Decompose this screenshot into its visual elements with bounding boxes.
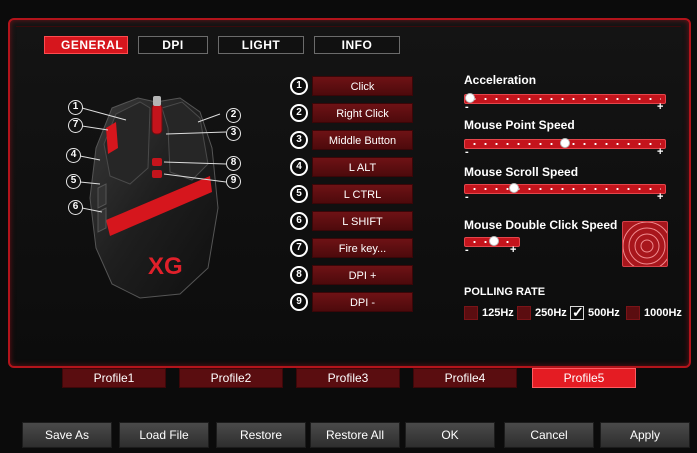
callout-7: 7	[68, 118, 83, 133]
key-number-3: 3	[290, 131, 308, 149]
profile-4-button[interactable]: Profile4	[413, 368, 517, 388]
key-button-click[interactable]: Click	[312, 76, 413, 96]
polling-checkbox-125[interactable]	[464, 306, 478, 320]
tab-info[interactable]: INFO	[314, 36, 400, 54]
double-click-label: Mouse Double Click Speed	[464, 218, 618, 232]
polling-option-label: 1000Hz	[644, 307, 682, 319]
polling-checkbox-1000[interactable]	[626, 306, 640, 320]
target-icon	[623, 222, 667, 266]
key-row-5: 5 L CTRL	[290, 184, 413, 204]
key-button-fire-key[interactable]: Fire key...	[312, 238, 413, 258]
restore-all-button[interactable]: Restore All	[310, 422, 400, 448]
xg-logo: XG	[148, 253, 183, 280]
point-speed-label: Mouse Point Speed	[464, 118, 575, 132]
callout-1: 1	[68, 100, 83, 115]
key-row-6: 6 L SHIFT	[290, 211, 413, 231]
key-row-1: 1 Click	[290, 76, 413, 96]
callout-5: 5	[66, 174, 81, 189]
key-row-3: 3 Middle Button	[290, 130, 413, 150]
polling-option-label: 500Hz	[588, 307, 620, 319]
point-speed-plus: +	[657, 146, 664, 158]
cancel-button[interactable]: Cancel	[504, 422, 594, 448]
scroll-speed-label: Mouse Scroll Speed	[464, 165, 579, 179]
restore-button[interactable]: Restore	[216, 422, 306, 448]
key-button-dpi-plus[interactable]: DPI +	[312, 265, 413, 285]
key-row-8: 8 DPI +	[290, 265, 413, 285]
tab-dpi[interactable]: DPI	[138, 36, 208, 54]
point-speed-minus: -	[465, 146, 469, 158]
callout-8: 8	[226, 156, 241, 171]
callout-6: 6	[68, 200, 83, 215]
save-as-button[interactable]: Save As	[22, 422, 112, 448]
polling-option-250[interactable]: 250Hz	[517, 306, 567, 320]
key-row-9: 9 DPI -	[290, 292, 413, 312]
double-click-test-area[interactable]	[622, 221, 668, 267]
point-speed-slider[interactable]	[464, 138, 666, 149]
key-button-dpi-minus[interactable]: DPI -	[312, 292, 413, 312]
key-number-4: 4	[290, 158, 308, 176]
double-click-minus: -	[465, 244, 469, 256]
key-number-1: 1	[290, 77, 308, 95]
acceleration-label: Acceleration	[464, 73, 537, 87]
polling-rate-label: POLLING RATE	[464, 286, 546, 298]
key-row-7: 7 Fire key...	[290, 238, 413, 258]
polling-option-1000[interactable]: 1000Hz	[626, 306, 682, 320]
profile-2-button[interactable]: Profile2	[179, 368, 283, 388]
callout-3: 3	[226, 126, 241, 141]
ok-button[interactable]: OK	[405, 422, 495, 448]
callout-4: 4	[66, 148, 81, 163]
scroll-speed-minus: -	[465, 191, 469, 203]
point-speed-slider-knob[interactable]	[560, 138, 570, 148]
key-button-middle-button[interactable]: Middle Button	[312, 130, 413, 150]
callout-9: 9	[226, 174, 241, 189]
key-number-8: 8	[290, 266, 308, 284]
profile-1-button[interactable]: Profile1	[62, 368, 166, 388]
scroll-speed-slider-knob[interactable]	[509, 183, 519, 193]
key-row-2: 2 Right Click	[290, 103, 413, 123]
acceleration-plus: +	[657, 101, 664, 113]
callout-2: 2	[226, 108, 241, 123]
acceleration-minus: -	[465, 101, 469, 113]
key-button-right-click[interactable]: Right Click	[312, 103, 413, 123]
polling-checkbox-500[interactable]	[570, 304, 584, 321]
key-number-9: 9	[290, 293, 308, 311]
load-file-button[interactable]: Load File	[119, 422, 209, 448]
polling-option-125[interactable]: 125Hz	[464, 306, 514, 320]
scroll-speed-slider[interactable]	[464, 183, 666, 194]
key-button-l-alt[interactable]: L ALT	[312, 157, 413, 177]
double-click-slider-knob[interactable]	[489, 236, 499, 246]
polling-option-500[interactable]: 500Hz	[570, 304, 620, 321]
tab-general[interactable]: GENERAL	[44, 36, 128, 54]
key-button-l-shift[interactable]: L SHIFT	[312, 211, 413, 231]
key-number-7: 7	[290, 239, 308, 257]
tab-bar: GENERAL DPI LIGHT INFO	[44, 36, 400, 54]
polling-option-label: 125Hz	[482, 307, 514, 319]
polling-checkbox-250[interactable]	[517, 306, 531, 320]
polling-option-label: 250Hz	[535, 307, 567, 319]
mouse-illustration: XG 1 7 4 5 6 2 3 8 9	[60, 88, 260, 303]
acceleration-slider[interactable]	[464, 93, 666, 104]
profile-3-button[interactable]: Profile3	[296, 368, 400, 388]
profile-5-button[interactable]: Profile5	[532, 368, 636, 388]
tab-light[interactable]: LIGHT	[218, 36, 304, 54]
key-row-4: 4 L ALT	[290, 157, 413, 177]
double-click-plus: +	[510, 244, 517, 256]
key-button-l-ctrl[interactable]: L CTRL	[312, 184, 413, 204]
scroll-speed-plus: +	[657, 191, 664, 203]
key-number-6: 6	[290, 212, 308, 230]
key-number-2: 2	[290, 104, 308, 122]
key-number-5: 5	[290, 185, 308, 203]
apply-button[interactable]: Apply	[600, 422, 690, 448]
